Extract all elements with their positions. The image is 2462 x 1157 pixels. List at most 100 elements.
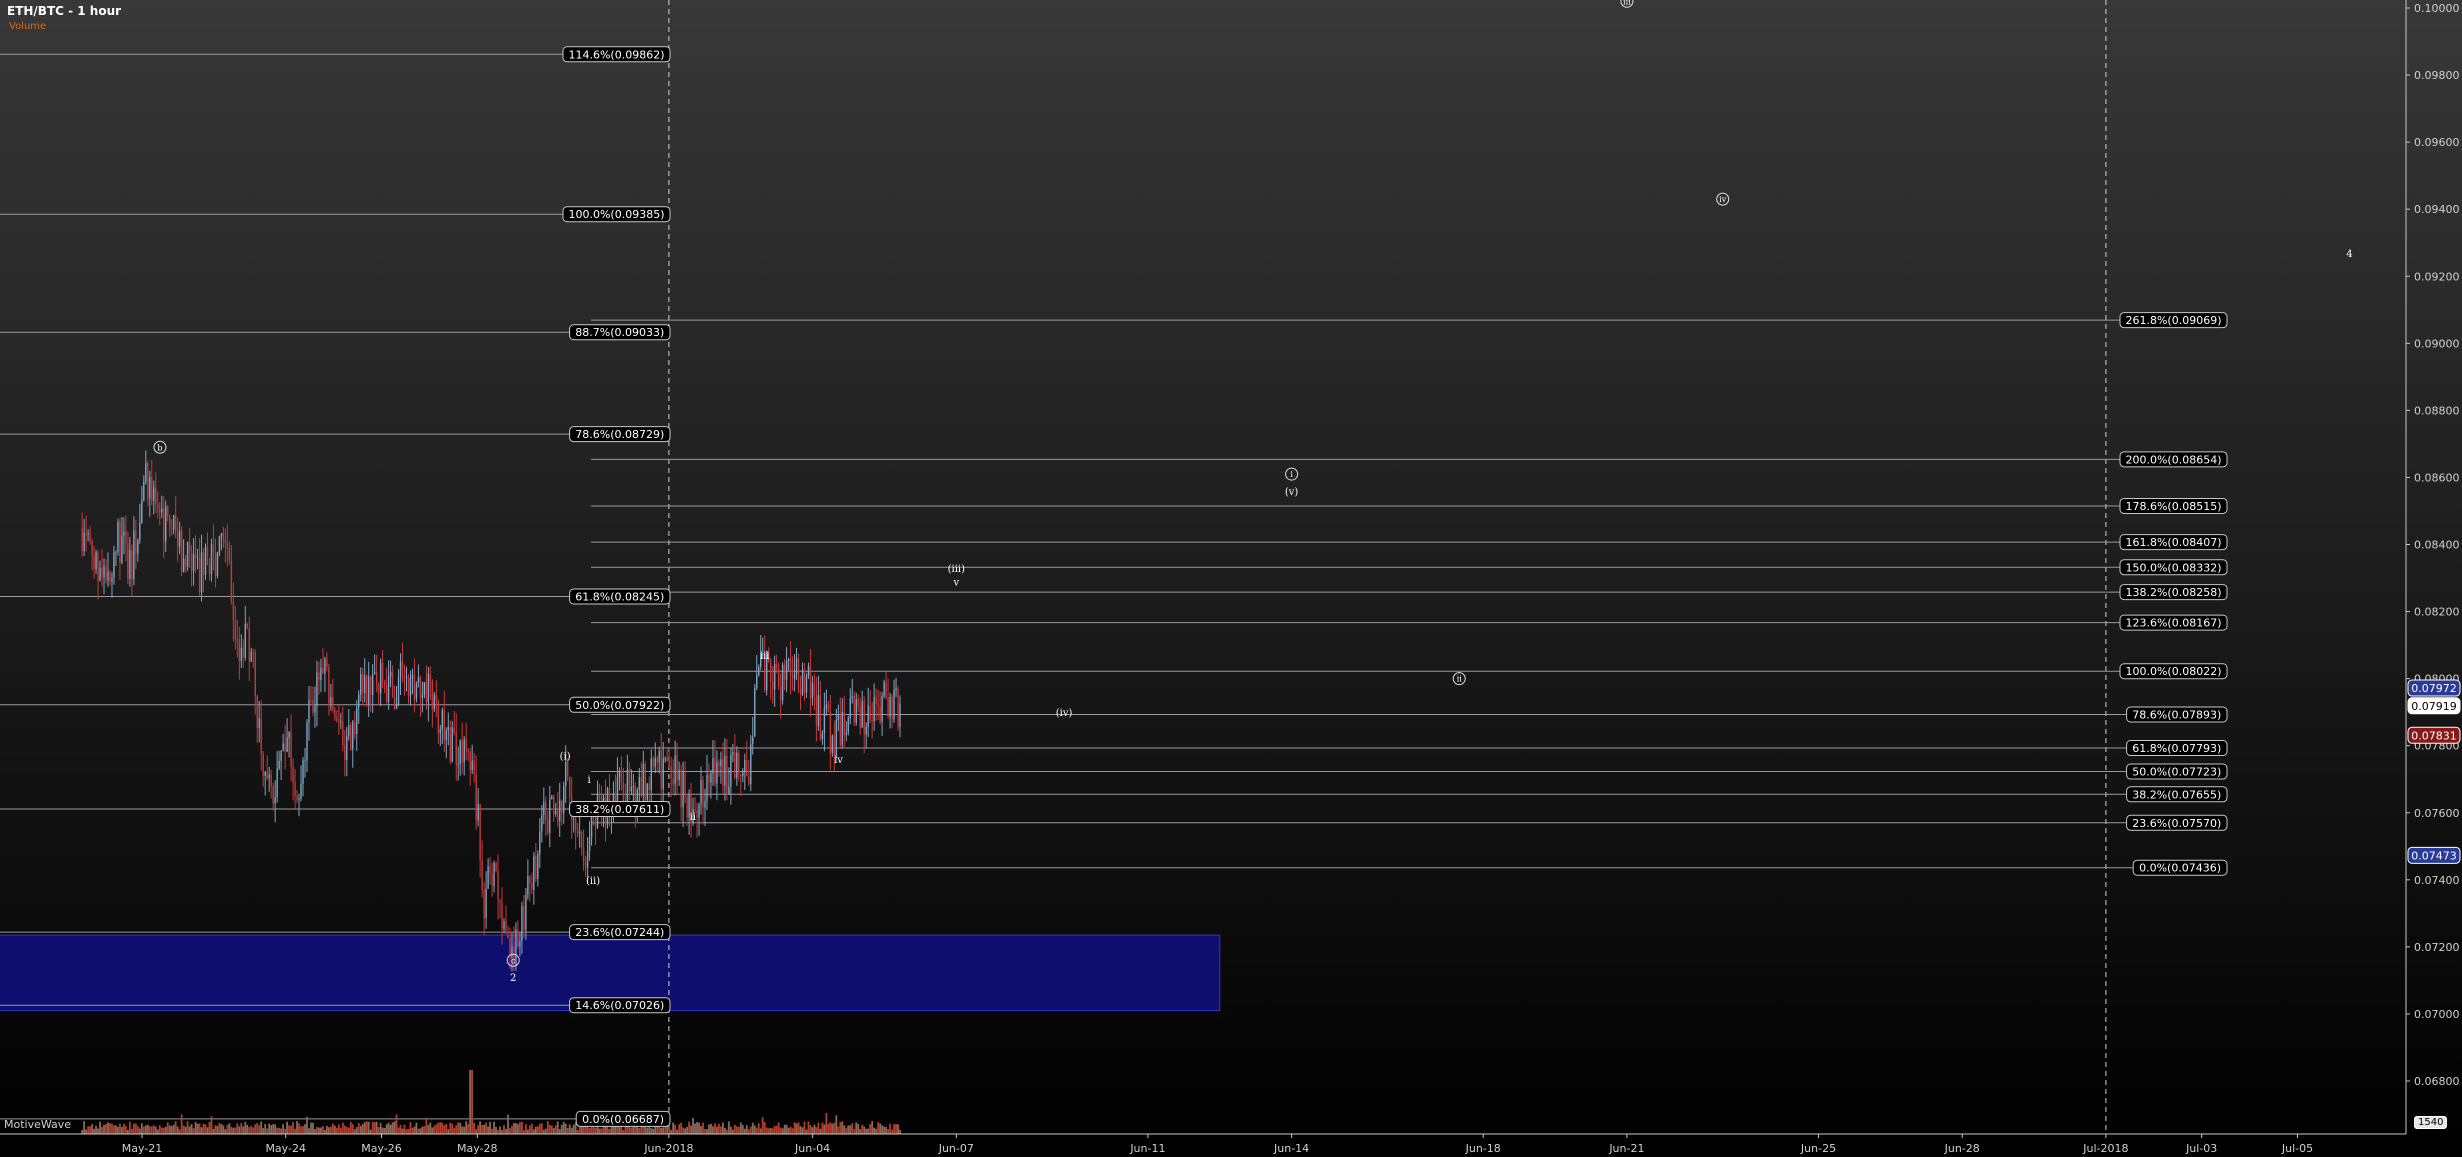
candle-body	[204, 546, 207, 575]
volume-bar	[367, 1121, 370, 1134]
candle	[616, 757, 619, 806]
volume-bar	[411, 1127, 414, 1134]
candle-body	[200, 552, 203, 593]
volume-bar	[343, 1125, 346, 1134]
candle	[861, 690, 863, 728]
candle-body	[431, 681, 434, 710]
candle-body	[793, 673, 796, 679]
fib-label-right-text: 178.6%(0.08515)	[2125, 500, 2221, 513]
candle-body	[893, 689, 895, 720]
fib-label-right: 161.8%(0.08407)	[2119, 534, 2228, 551]
candle	[837, 704, 840, 732]
candle	[750, 735, 752, 792]
candle-body	[143, 482, 145, 501]
candle	[95, 549, 97, 575]
candle	[525, 888, 527, 940]
volume-bar	[481, 1124, 484, 1134]
volume-bar	[608, 1129, 611, 1134]
volume-bar	[483, 1124, 486, 1134]
candle-body	[557, 810, 559, 822]
volume-bar	[865, 1128, 868, 1134]
candle	[139, 503, 141, 544]
candle-body	[644, 764, 646, 801]
candle-body	[111, 577, 113, 582]
volume-bar	[459, 1122, 462, 1134]
candle-body	[505, 921, 507, 934]
candle	[666, 749, 668, 762]
candle-body	[320, 667, 322, 681]
volume-bar	[322, 1126, 324, 1134]
candle-body	[795, 658, 798, 674]
y-tick-label: 0.08800	[2414, 404, 2460, 417]
eth-btc-chart[interactable]: 114.6%(0.09862) 100.0%(0.09385) 88.7%(0.09…	[0, 0, 2462, 1157]
volume-bar	[142, 1126, 145, 1134]
volume-bar	[132, 1123, 135, 1134]
candle	[127, 531, 129, 585]
x-tick-label: May-21	[122, 1142, 163, 1155]
candle-body	[682, 772, 684, 808]
candle	[720, 751, 722, 784]
volume-bar	[532, 1129, 535, 1134]
fib-label-left-text: 50.0%(0.07922)	[575, 699, 664, 712]
candle	[551, 794, 553, 800]
volume-bar	[144, 1125, 147, 1134]
volume-bar	[722, 1122, 724, 1134]
candle	[401, 642, 404, 683]
candle-body	[192, 554, 195, 571]
candle-body	[857, 699, 859, 707]
candle-body	[459, 739, 461, 765]
wave-label-text: ii	[690, 812, 696, 823]
volume-bar	[278, 1127, 281, 1134]
candle	[131, 544, 133, 597]
candle	[371, 664, 374, 713]
fib-label-left: 38.2%(0.07611)	[569, 801, 671, 818]
candle-body	[270, 774, 272, 787]
candle	[109, 570, 111, 586]
volume-bar	[851, 1123, 854, 1134]
volume-bar	[316, 1126, 318, 1134]
volume-bar	[849, 1125, 852, 1134]
candle	[748, 760, 750, 786]
candle	[580, 830, 583, 856]
candle-body	[668, 761, 670, 768]
candle-body	[165, 505, 167, 541]
volume-bar	[485, 1122, 487, 1134]
volume-bar	[218, 1122, 221, 1134]
candle	[115, 550, 117, 566]
fib-label-right-text: 261.8%(0.09069)	[2125, 314, 2221, 327]
candle	[165, 500, 167, 552]
candle	[282, 733, 284, 752]
candle	[222, 526, 225, 548]
volume-bar	[154, 1126, 157, 1134]
volume-bar	[700, 1126, 702, 1134]
candle	[797, 653, 800, 694]
candle-body	[489, 866, 491, 874]
candle	[397, 669, 400, 707]
candle	[475, 755, 477, 830]
volume-bar	[731, 1129, 734, 1134]
candle-body	[519, 941, 521, 947]
candle-body	[286, 737, 288, 752]
volume-bar	[184, 1126, 187, 1134]
volume-bar	[811, 1127, 814, 1134]
candle-body	[837, 714, 840, 720]
volume-bar	[196, 1123, 199, 1134]
candle-body	[618, 772, 621, 778]
fib-label-left-text: 100.0%(0.09385)	[568, 208, 664, 221]
candle-body	[362, 674, 364, 693]
volume-bar	[650, 1128, 653, 1134]
candle	[147, 460, 149, 507]
volume-bar	[471, 1070, 474, 1134]
chart-window: 114.6%(0.09862) 100.0%(0.09385) 88.7%(0.09…	[0, 0, 2462, 1157]
volume-bar	[566, 1127, 569, 1134]
candle-body	[819, 695, 822, 740]
volume-bar	[300, 1126, 302, 1134]
x-tick-label: Jun-2018	[643, 1142, 693, 1155]
candle-body	[797, 658, 800, 689]
volume-bar	[859, 1129, 862, 1134]
fib-label-right-text: 123.6%(0.08167)	[2125, 617, 2221, 630]
volume-bar	[727, 1121, 730, 1134]
candle-body	[821, 733, 824, 740]
candle-body	[365, 675, 368, 705]
candle-body	[89, 533, 91, 541]
